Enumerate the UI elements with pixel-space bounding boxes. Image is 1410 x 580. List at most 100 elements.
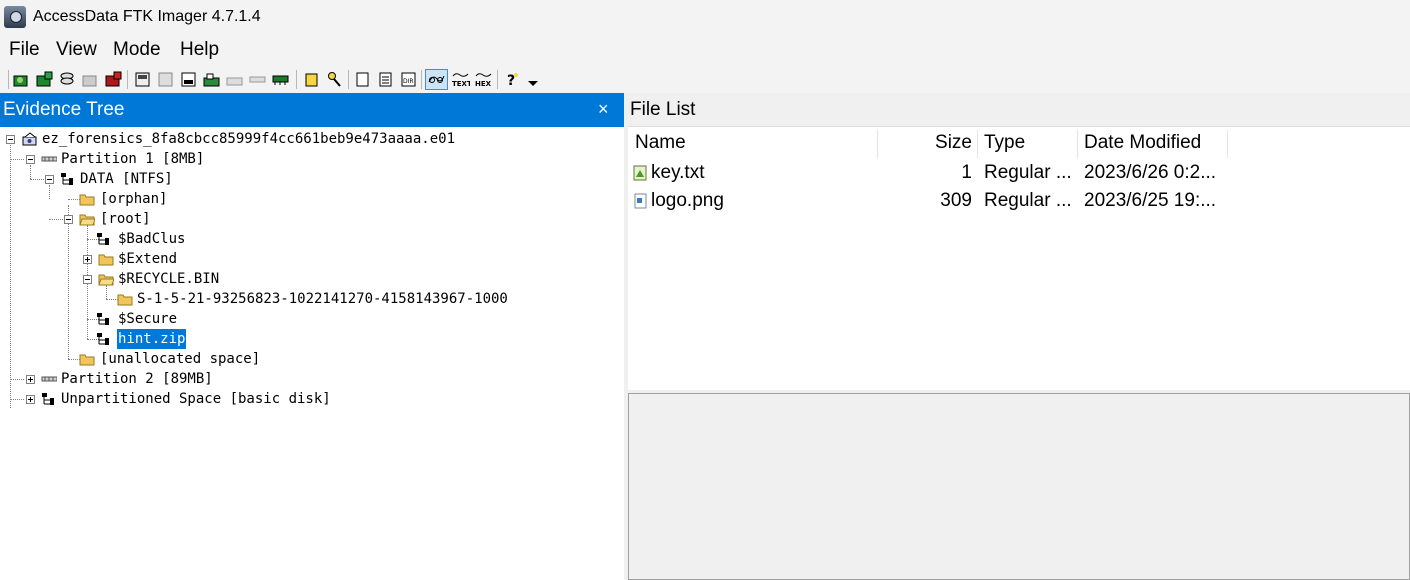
tree-node-extend[interactable]: $Extend	[0, 249, 624, 269]
properties-icon[interactable]	[377, 71, 394, 88]
filesystem-icon	[42, 393, 54, 405]
tree-label: [root]	[100, 211, 151, 227]
filesystem-icon	[61, 173, 73, 185]
tree-node-partition-1[interactable]: Partition 1 [8MB]	[0, 149, 624, 169]
column-header-size[interactable]: Size	[878, 132, 972, 158]
tree-node-data-ntfs[interactable]: DATA [NTFS]	[0, 169, 624, 189]
obtain-protected-files-icon[interactable]	[203, 71, 220, 88]
export-disk-image-icon[interactable]	[157, 71, 174, 88]
column-divider[interactable]	[1077, 130, 1078, 158]
collapse-icon[interactable]	[6, 135, 15, 144]
new-page-icon[interactable]	[354, 71, 371, 88]
column-header-date[interactable]: Date Modified	[1084, 132, 1201, 158]
expand-icon[interactable]	[26, 395, 35, 404]
file-type: Regular ...	[984, 162, 1072, 183]
tree-node-image[interactable]: ez_forensics_8fa8cbcc85999f4cc661beb9e47…	[0, 129, 624, 149]
toolbar: DIR TEXT HEX ?	[0, 65, 1410, 93]
tree-label: DATA [NTFS]	[80, 171, 173, 187]
tree-label: ez_forensics_8fa8cbcc85999f4cc661beb9e47…	[42, 131, 456, 147]
tree-node-root[interactable]: [root]	[0, 209, 624, 229]
menu-bar: File View Mode Help	[0, 36, 1410, 65]
tree-node-partition-2[interactable]: Partition 2 [89MB]	[0, 369, 624, 389]
tree-label: Partition 2 [89MB]	[61, 371, 213, 387]
text-viewer-icon[interactable]: TEXT	[451, 71, 470, 88]
create-disk-image-icon[interactable]	[134, 71, 151, 88]
tree-label: Partition 1 [8MB]	[61, 151, 205, 167]
table-row[interactable]: key.txt 1 Regular ... 2023/6/26 0:2...	[628, 160, 1410, 188]
tree-node-hint-zip[interactable]: hint.zip	[0, 329, 624, 349]
help-icon[interactable]: ?	[504, 71, 521, 88]
evidence-tree: ez_forensics_8fa8cbcc85999f4cc661beb9e47…	[0, 127, 624, 580]
remove-evidence-icon[interactable]	[82, 71, 99, 88]
tree-label: $Extend	[118, 251, 178, 267]
file-list: Name Size Type Date Modified key.txt 1 R…	[628, 127, 1410, 390]
file-list-title: File List	[630, 99, 696, 120]
svg-text:?: ?	[507, 73, 515, 88]
tree-label: $RECYCLE.BIN	[118, 271, 220, 287]
tree-node-secure[interactable]: $Secure	[0, 309, 624, 329]
window-title: AccessData FTK Imager 4.7.1.4	[33, 8, 261, 25]
tree-node-sid-folder[interactable]: S-1-5-21-93256823-1022141270-4158143967-…	[0, 289, 624, 309]
toolbar-separator	[8, 70, 9, 89]
column-header-name[interactable]: Name	[635, 132, 686, 158]
tree-node-recycle-bin[interactable]: $RECYCLE.BIN	[0, 269, 624, 289]
text-label: TEXT	[452, 80, 470, 88]
tree-node-unpartitioned[interactable]: Unpartitioned Space [basic disk]	[0, 389, 624, 409]
add-all-evidence-icon[interactable]	[36, 71, 53, 88]
expand-icon[interactable]	[26, 375, 35, 384]
evidence-tree-header: Evidence Tree ×	[0, 93, 624, 127]
close-icon[interactable]: ×	[598, 99, 609, 120]
remove-all-evidence-icon[interactable]	[105, 71, 122, 88]
file-date: 2023/6/26 0:2...	[1084, 162, 1217, 183]
tree-node-unallocated[interactable]: [unallocated space]	[0, 349, 624, 369]
auto-viewer-button[interactable]	[425, 69, 448, 90]
collapse-icon[interactable]	[26, 155, 35, 164]
ram-icon[interactable]	[249, 71, 266, 88]
detect-encryption-icon[interactable]	[226, 71, 243, 88]
menu-file[interactable]: File	[9, 39, 40, 61]
verify-drive-icon[interactable]	[272, 71, 289, 88]
tree-node-badclus[interactable]: $BadClus	[0, 229, 624, 249]
toolbar-overflow-icon[interactable]	[528, 81, 538, 86]
dir-listing-icon[interactable]: DIR	[400, 71, 417, 88]
menu-view[interactable]: View	[56, 39, 97, 61]
collapse-icon[interactable]	[64, 215, 73, 224]
file-size: 309	[940, 190, 972, 211]
app-logo-icon	[4, 6, 26, 28]
image-mounting-icon[interactable]	[59, 71, 76, 88]
filesystem-icon	[97, 333, 109, 345]
key-icon[interactable]	[326, 71, 343, 88]
add-evidence-icon[interactable]	[13, 71, 30, 88]
menu-help[interactable]: Help	[180, 39, 219, 61]
image-file-icon	[634, 193, 647, 209]
hex-viewer-icon[interactable]: HEX	[474, 71, 493, 88]
hex-label: HEX	[475, 80, 492, 88]
auto-viewer-icon	[428, 75, 445, 83]
file-list-header: File List	[628, 93, 1410, 127]
table-row[interactable]: logo.png 309 Regular ... 2023/6/25 19:..…	[628, 188, 1410, 216]
viewer-pane	[628, 393, 1410, 580]
toolbar-separator	[127, 70, 128, 89]
file-type: Regular ...	[984, 190, 1072, 211]
expand-icon[interactable]	[83, 255, 92, 264]
folder-icon	[79, 194, 95, 206]
collapse-icon[interactable]	[45, 175, 54, 184]
text-file-icon	[633, 165, 647, 181]
collapse-icon[interactable]	[83, 275, 92, 284]
partition-icon	[41, 156, 57, 162]
file-date: 2023/6/25 19:...	[1084, 190, 1217, 211]
column-divider[interactable]	[977, 130, 978, 158]
menu-mode[interactable]: Mode	[113, 39, 161, 61]
folder-open-icon	[98, 274, 114, 286]
dir-label: DIR	[403, 78, 414, 85]
tree-label: [unallocated space]	[100, 351, 261, 367]
capture-memory-icon[interactable]	[180, 71, 197, 88]
tree-node-orphan[interactable]: [orphan]	[0, 189, 624, 209]
column-divider[interactable]	[1227, 130, 1228, 158]
export-hash-icon[interactable]	[303, 71, 320, 88]
folder-icon	[117, 294, 133, 306]
folder-icon	[79, 354, 95, 366]
title-bar: AccessData FTK Imager 4.7.1.4	[0, 0, 1410, 36]
filesystem-icon	[97, 313, 109, 325]
column-header-type[interactable]: Type	[984, 132, 1025, 158]
